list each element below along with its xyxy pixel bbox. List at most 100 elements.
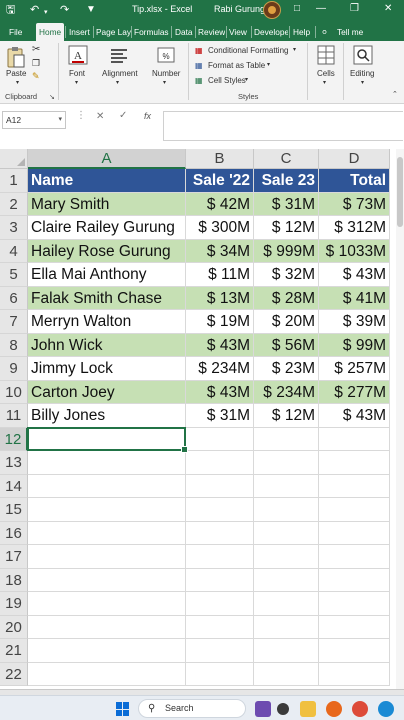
font-dropdown-icon[interactable]: ▾ [75,79,78,86]
cell-d11[interactable]: $ 43M [319,404,390,428]
cell-d14[interactable] [319,474,390,498]
tell-me-search[interactable]: Tell me [334,23,374,41]
ribbon-display-options-icon[interactable]: □ [294,3,300,14]
row-header-18[interactable]: 18 [0,568,28,592]
cell-a10[interactable]: Carton Joey [28,380,186,404]
enter-icon[interactable]: ✓ [119,110,127,121]
column-header-d[interactable]: D [319,149,390,169]
cell-d19[interactable] [319,592,390,616]
close-icon[interactable]: ✕ [384,3,392,14]
cells-dropdown-icon[interactable]: ▾ [323,79,326,86]
cell-c18[interactable] [254,568,319,592]
font-button[interactable]: Font [69,69,85,78]
scrollbar-thumb[interactable] [397,157,403,227]
row-header-15[interactable]: 15 [0,498,28,522]
collapse-ribbon-icon[interactable]: ⌃ [392,90,398,98]
cell-b19[interactable] [186,592,254,616]
alignment-dropdown-icon[interactable]: ▾ [116,79,119,86]
tab-view[interactable]: View [226,23,250,41]
cell-a18[interactable] [28,568,186,592]
row-header-21[interactable]: 21 [0,639,28,663]
cell-a21[interactable] [28,639,186,663]
number-format-icon[interactable]: % [157,46,175,64]
cell-a17[interactable] [28,545,186,569]
paste-dropdown-icon[interactable]: ▾ [16,79,19,86]
cell-a5[interactable]: Ella Mai Anthony [28,263,186,287]
save-icon[interactable]: 🖫 [6,3,15,17]
name-box[interactable]: A12 ▾ [2,111,66,129]
cell-b6[interactable]: $ 13M [186,286,254,310]
row-header-12[interactable]: 12 [0,427,28,451]
conditional-formatting-dropdown-icon[interactable]: ▾ [293,46,296,53]
tab-data[interactable]: Data [172,23,194,41]
cell-d1[interactable]: Total [319,169,390,193]
customize-quick-access-icon[interactable]: ▼ [86,3,96,17]
cell-b5[interactable]: $ 11M [186,263,254,287]
cell-b16[interactable] [186,521,254,545]
firefox-icon[interactable] [326,701,342,717]
cell-a3[interactable]: Claire Railey Gurung [28,216,186,240]
column-header-b[interactable]: B [186,149,254,169]
cell-d10[interactable]: $ 277M [319,380,390,404]
tab-home[interactable]: Home [36,23,64,41]
cell-a20[interactable] [28,615,186,639]
cell-d22[interactable] [319,662,390,686]
avatar[interactable] [263,1,281,19]
alignment-icon[interactable] [110,47,128,63]
cell-b4[interactable]: $ 34M [186,239,254,263]
clipboard-launcher-icon[interactable]: ↘ [49,93,55,101]
cell-c19[interactable] [254,592,319,616]
cell-b22[interactable] [186,662,254,686]
cell-d4[interactable]: $ 1033M [319,239,390,263]
copy-icon[interactable]: ❐ [32,58,40,69]
cell-a13[interactable] [28,451,186,475]
editing-dropdown-icon[interactable]: ▾ [361,79,364,86]
cell-c20[interactable] [254,615,319,639]
cell-d2[interactable]: $ 73M [319,192,390,216]
cell-c10[interactable]: $ 234M [254,380,319,404]
conditional-formatting-button[interactable]: Conditional Formatting [208,46,288,55]
row-header-13[interactable]: 13 [0,451,28,475]
row-header-6[interactable]: 6 [0,286,28,310]
cell-c14[interactable] [254,474,319,498]
cell-styles-button[interactable]: Cell Styles [208,76,246,85]
number-dropdown-icon[interactable]: ▾ [163,79,166,86]
cell-d13[interactable] [319,451,390,475]
cell-b8[interactable]: $ 43M [186,333,254,357]
column-header-a[interactable]: A [28,149,186,169]
cell-c6[interactable]: $ 28M [254,286,319,310]
cell-c12[interactable] [254,427,319,451]
row-header-8[interactable]: 8 [0,333,28,357]
row-header-11[interactable]: 11 [0,404,28,428]
cell-b12[interactable] [186,427,254,451]
cell-b10[interactable]: $ 43M [186,380,254,404]
cell-a4[interactable]: Hailey Rose Gurung [28,239,186,263]
cell-a14[interactable] [28,474,186,498]
row-header-17[interactable]: 17 [0,545,28,569]
cell-c15[interactable] [254,498,319,522]
tab-developer[interactable]: Develope [251,23,288,41]
cell-b17[interactable] [186,545,254,569]
row-header-4[interactable]: 4 [0,239,28,263]
row-header-20[interactable]: 20 [0,615,28,639]
row-header-5[interactable]: 5 [0,263,28,287]
font-icon[interactable]: A [68,45,88,67]
redo-icon[interactable]: ↷ [60,3,69,17]
chrome-icon[interactable] [352,701,368,717]
number-button[interactable]: Number [152,69,180,78]
cell-c1[interactable]: Sale 23 [254,169,319,193]
row-header-14[interactable]: 14 [0,474,28,498]
tab-review[interactable]: Review [195,23,225,41]
cell-c3[interactable]: $ 12M [254,216,319,240]
cell-a6[interactable]: Falak Smith Chase [28,286,186,310]
cell-b1[interactable]: Sale '22 [186,169,254,193]
editing-search-icon[interactable] [353,45,373,65]
cell-styles-dropdown-icon[interactable]: ▾ [245,76,248,83]
cell-d17[interactable] [319,545,390,569]
cell-c2[interactable]: $ 31M [254,192,319,216]
windows-start-icon[interactable] [116,702,130,716]
cell-c17[interactable] [254,545,319,569]
cell-b18[interactable] [186,568,254,592]
cell-c4[interactable]: $ 999M [254,239,319,263]
cell-d7[interactable]: $ 39M [319,310,390,334]
